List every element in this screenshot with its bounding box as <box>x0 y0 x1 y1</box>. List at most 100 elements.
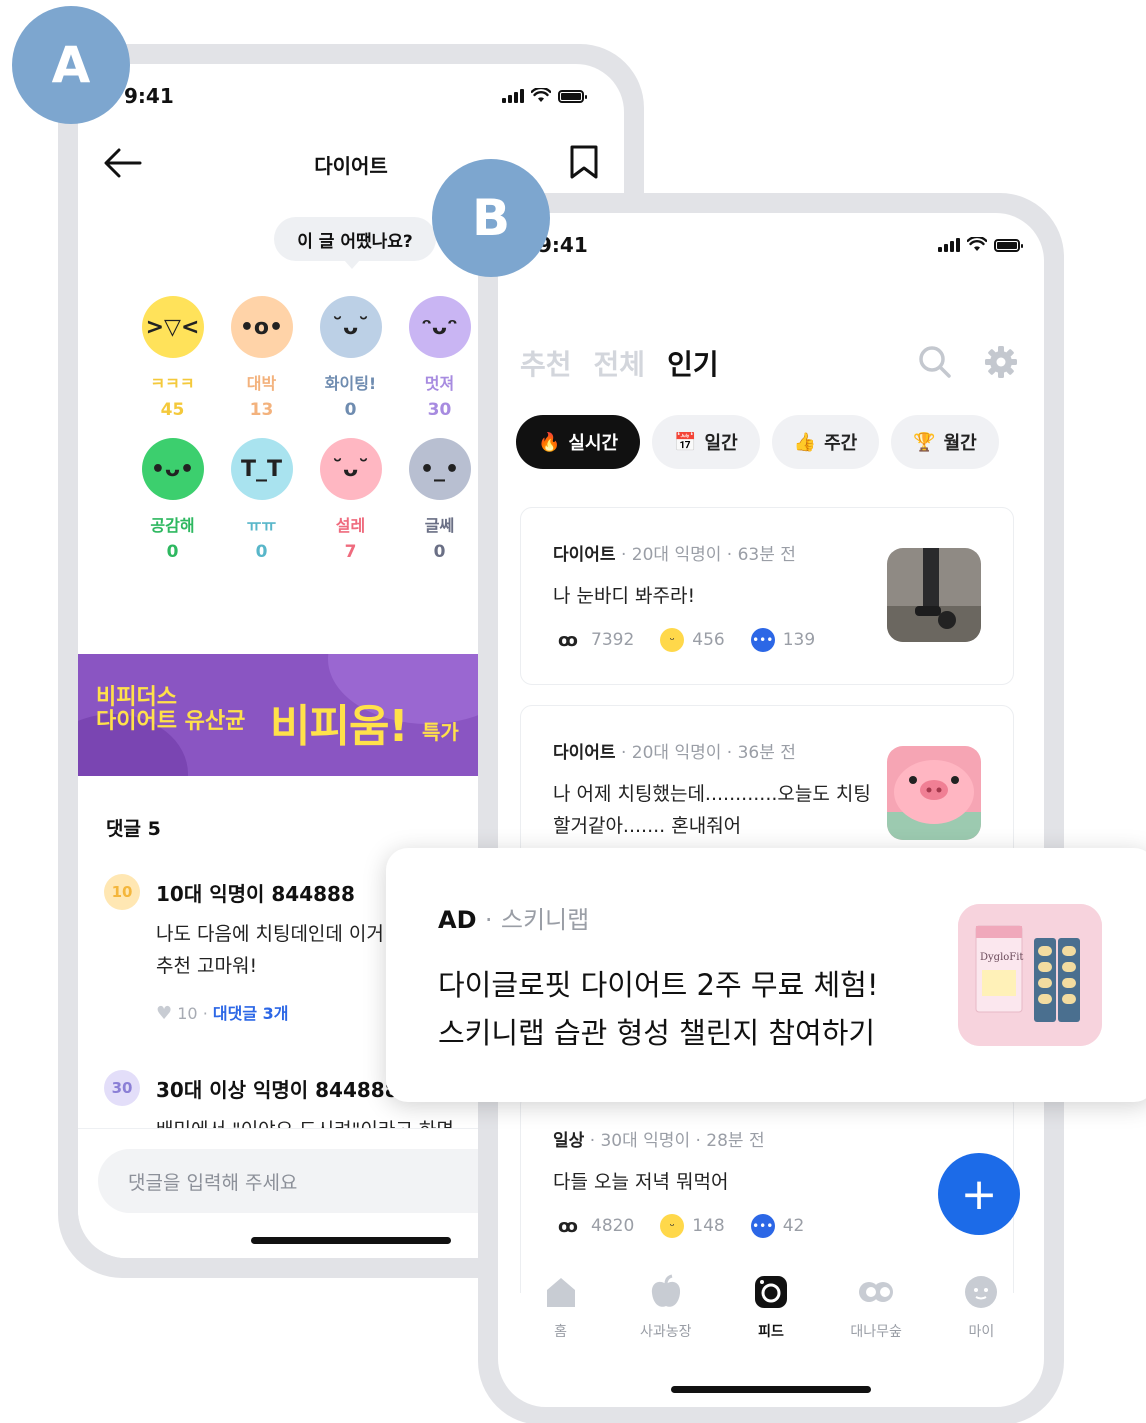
nav-label: 사과농장 <box>640 1324 692 1340</box>
eyes-icon: ꝏ <box>558 629 578 651</box>
reaction-count: 0 <box>166 542 179 562</box>
reply-link[interactable]: 대댓글 3개 <box>213 1004 289 1023</box>
calendar-icon: 📅 <box>674 431 697 453</box>
fighting-face-icon: ˘ᴗ˘ <box>319 296 382 358</box>
agree-face-icon: •ᴗ• <box>141 438 204 500</box>
thumbs-up-icon: 👍 <box>793 431 817 453</box>
comment-count: 42 <box>782 1216 805 1236</box>
chip-weekly[interactable]: 👍 주간 <box>771 415 880 469</box>
tab-recommended[interactable]: 추천 <box>520 343 572 383</box>
nav-label: 대나무숲 <box>850 1324 902 1340</box>
chip-daily[interactable]: 📅 일간 <box>652 415 760 469</box>
comment-line: 추천 고마워! <box>156 955 258 977</box>
bookmark-icon[interactable] <box>568 144 600 180</box>
heart-icon[interactable]: ♥ <box>156 1003 172 1024</box>
fire-icon: 🔥 <box>538 431 561 453</box>
battery-icon <box>994 239 1023 252</box>
nav-feed[interactable]: 피드 <box>726 1273 816 1373</box>
ad-brand: 스키니랩 <box>500 906 590 934</box>
post-author-time: · 30대 익명이 · 28분 전 <box>589 1131 765 1151</box>
view-count: 4820 <box>591 1216 635 1236</box>
nav-label: 마이 <box>968 1324 995 1340</box>
sponsored-card[interactable]: AD · 스키니랩 다이글로핏 다이어트 2주 무료 체험! 스키니랩 습관 형… <box>386 848 1146 1102</box>
reaction-count: 30 <box>427 400 452 420</box>
nav-my[interactable]: 마이 <box>936 1273 1026 1373</box>
nav-bamboo-forest[interactable]: 대나무숲 <box>831 1273 921 1373</box>
comment-author[interactable]: 10대 익명이 844888 <box>156 878 355 907</box>
reaction-label: 대박 <box>246 374 277 393</box>
reaction-agree[interactable]: •ᴗ• 공감해 0 <box>128 438 217 562</box>
tab-popular[interactable]: 인기 <box>667 343 719 383</box>
signal-icon <box>502 89 524 103</box>
reaction-wow[interactable]: •o• 대박 13 <box>217 296 306 420</box>
screen-b-marker: B <box>432 159 550 277</box>
eyes-icon <box>859 1282 894 1302</box>
reaction-fighting[interactable]: ˘ᴗ˘ 화이팅! 0 <box>306 296 395 420</box>
post-thumbnail <box>887 548 981 642</box>
post-line: 다들 오늘 저녁 뭐먹어 <box>553 1171 729 1193</box>
sad-face-icon: T_T <box>230 438 293 500</box>
reaction-label: 글쎄 <box>424 516 455 535</box>
chat-icon: ••• <box>750 1214 775 1238</box>
reaction-flutter[interactable]: ˘ᴗ˘ 설레 7 <box>306 438 395 562</box>
comment-count: 139 <box>782 630 816 650</box>
wifi-icon <box>531 88 551 102</box>
post-stats: ꝏ 7392 ᵕ 456 ••• 139 <box>553 628 815 652</box>
status-bar: 9:41 <box>78 64 624 128</box>
reaction-label: 공감해 <box>150 516 195 535</box>
home-indicator <box>671 1386 871 1393</box>
post-meta: 다이어트 · 20대 익명이 · 63분 전 <box>553 540 796 565</box>
profile-icon <box>965 1276 998 1308</box>
screen-a-marker: A <box>12 6 130 124</box>
chip-label: 실시간 <box>568 433 619 454</box>
comment-author[interactable]: 30대 이상 익명이 844888 <box>156 1074 399 1103</box>
ad-product-image: DygloFit <box>958 904 1102 1046</box>
post-category: 일상 <box>553 1131 585 1151</box>
wifi-icon <box>967 237 987 251</box>
banner-line2: 다이어트 유산균 <box>96 709 246 734</box>
comment-meta: ♥ 10 · 대댓글 3개 <box>156 1000 288 1024</box>
cool-face-icon: ᵔᴗᵔ <box>408 296 471 358</box>
search-icon[interactable] <box>918 345 952 379</box>
like-count: 10 <box>177 1004 198 1023</box>
reaction-laugh[interactable]: >▽< ㅋㅋㅋ 45 <box>128 296 217 420</box>
nav-label: 피드 <box>758 1324 784 1340</box>
ad-separator: · <box>484 906 493 934</box>
post-line: 할거같아....... 혼내줘어 <box>553 815 742 837</box>
reaction-count: 0 <box>433 542 446 562</box>
reaction-meh[interactable]: •_• 글쎄 0 <box>395 438 484 562</box>
status-icons <box>938 237 1023 252</box>
chip-realtime[interactable]: 🔥 실시간 <box>516 415 641 469</box>
eyes-icon: ꝏ <box>558 1215 578 1237</box>
gear-icon[interactable] <box>984 345 1018 379</box>
reaction-label: 멋져 <box>424 374 455 393</box>
nav-apple-farm[interactable]: 사과농장 <box>621 1273 711 1373</box>
chip-label: 월간 <box>943 433 977 454</box>
home-icon <box>546 1278 575 1307</box>
battery-icon <box>558 90 587 103</box>
post-meta: 일상 · 30대 익명이 · 28분 전 <box>553 1126 765 1151</box>
reaction-count: 7 <box>344 542 357 562</box>
feed-tabs: 추천 전체 인기 <box>520 343 719 383</box>
reaction-cool[interactable]: ᵔᴗᵔ 멋져 30 <box>395 296 484 420</box>
reaction-grid: >▽< ㅋㅋㅋ 45 •o• 대박 13 ˘ᴗ˘ 화이팅! 0 ᵔᴗᵔ 멋져 30 •ᴗ• 공감해 0 T_T… <box>128 296 498 562</box>
post-category: 다이어트 <box>553 545 616 565</box>
ad-header: AD · 스키니랩 <box>438 900 589 935</box>
page-title: 다이어트 <box>314 154 388 178</box>
post-card[interactable]: 다이어트 · 20대 익명이 · 63분 전 나 눈바디 봐주라! ꝏ 7392 … <box>520 507 1014 685</box>
reaction-count: 13 <box>249 400 274 420</box>
status-bar: 9:41 <box>498 213 1044 277</box>
view-count: 7392 <box>591 630 635 650</box>
signal-icon <box>938 238 960 252</box>
post-title: 다들 오늘 저녁 뭐먹어 <box>553 1166 728 1198</box>
meh-face-icon: •_• <box>408 438 471 500</box>
reaction-sad[interactable]: T_T ㅠㅠ 0 <box>217 438 306 562</box>
chip-monthly[interactable]: 🏆 월간 <box>891 415 999 469</box>
tab-all[interactable]: 전체 <box>594 343 646 383</box>
nav-home[interactable]: 홈 <box>516 1273 606 1373</box>
reaction-count: 456 <box>692 630 725 650</box>
post-author-time: · 20대 익명이 · 36분 전 <box>620 743 796 763</box>
smile-icon: ᵕ <box>660 628 685 652</box>
new-post-button[interactable]: + <box>938 1153 1020 1235</box>
comments-header: 댓글 5 <box>106 818 161 840</box>
